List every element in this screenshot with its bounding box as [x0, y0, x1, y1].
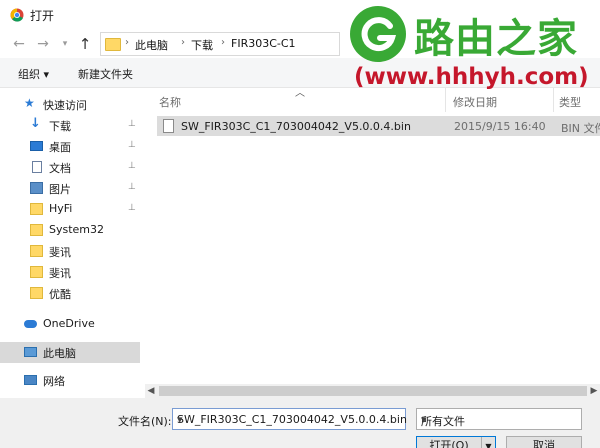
table-row[interactable]: SW_FIR303C_C1_703004042_V5.0.0.4.bin 201…	[157, 116, 600, 136]
router-logo-icon	[361, 17, 397, 52]
scroll-left-icon[interactable]: ◀	[145, 384, 157, 398]
breadcrumb-this-pc[interactable]: 此电脑	[135, 37, 168, 53]
file-list: ︿ 名称 修改日期 类型 SW_FIR303C_C1_703004042_V5.…	[145, 88, 600, 398]
file-icon	[163, 119, 174, 133]
new-folder-button[interactable]: 新建文件夹	[78, 66, 133, 82]
picture-icon	[30, 182, 43, 194]
organize-button[interactable]: 组织 ▾	[18, 66, 49, 82]
sidebar-item-quick-access[interactable]: ★ 快速访问	[0, 94, 140, 115]
filename-label: 文件名(N):	[118, 415, 172, 428]
sidebar-item-label: System32	[49, 223, 105, 236]
open-button-label: 打开(O)	[429, 439, 469, 448]
window-title: 打开	[30, 9, 55, 23]
watermark-logo-mark	[350, 6, 406, 62]
horizontal-scrollbar[interactable]: ◀ ▶	[145, 384, 600, 398]
sidebar-item-label: 文档	[49, 162, 71, 175]
folder-icon	[30, 266, 43, 278]
desktop-icon	[30, 141, 43, 151]
scroll-right-icon[interactable]: ▶	[588, 384, 600, 398]
address-bar[interactable]: › 此电脑 › 下载 › FIR303C-C1	[100, 32, 340, 56]
folder-icon	[105, 38, 121, 51]
scrollbar-thumb[interactable]	[159, 386, 587, 396]
breadcrumb-separator: ›	[125, 37, 129, 48]
breadcrumb-fir303c[interactable]: FIR303C-C1	[231, 37, 296, 50]
sidebar-item-downloads[interactable]: ↓ 下载 ⊥	[0, 115, 140, 136]
open-options-dropdown[interactable]: ▼	[481, 437, 495, 448]
folder-icon	[30, 287, 43, 299]
pin-icon[interactable]: ⊥	[128, 182, 136, 192]
dialog-footer: 文件名(N): SW_FIR303C_C1_703004042_V5.0.0.4…	[0, 398, 600, 448]
pin-icon[interactable]: ⊥	[128, 140, 136, 150]
navigation-pane: ★ 快速访问 ↓ 下载 ⊥ 桌面 ⊥ 文档 ⊥ 图片 ⊥ HyFi ⊥ Syst…	[0, 88, 140, 398]
network-icon	[24, 375, 37, 385]
sidebar-item-this-pc[interactable]: 此电脑	[0, 342, 140, 363]
sidebar-item-label: OneDrive	[43, 317, 95, 330]
sidebar-item-onedrive[interactable]: OneDrive	[0, 314, 140, 335]
breadcrumb-separator: ›	[181, 37, 185, 48]
breadcrumb-downloads[interactable]: 下载	[191, 37, 213, 53]
sidebar-item-label: 斐讯	[49, 246, 71, 259]
column-header-name[interactable]: 名称	[159, 94, 181, 110]
folder-icon	[30, 224, 43, 236]
star-icon: ★	[24, 96, 35, 110]
back-button[interactable]: ←	[10, 34, 28, 54]
chevron-down-icon[interactable]: ▾	[177, 413, 401, 426]
sidebar-item-label: 快速访问	[43, 99, 87, 112]
forward-button[interactable]: →	[34, 34, 52, 54]
folder-icon	[30, 203, 43, 215]
sidebar-item-documents[interactable]: 文档 ⊥	[0, 157, 140, 178]
document-icon	[32, 161, 42, 173]
sidebar-item-label: 优酷	[49, 288, 71, 301]
cancel-button[interactable]: 取消	[506, 436, 582, 448]
sidebar-item-hyfi[interactable]: HyFi ⊥	[0, 199, 140, 220]
watermark-name: 路由之家	[414, 16, 578, 62]
sidebar-item-label: HyFi	[49, 202, 73, 215]
filename-input[interactable]: SW_FIR303C_C1_703004042_V5.0.0.4.bin ▾	[172, 408, 407, 430]
watermark-url: (www.hhhyh.com)	[354, 64, 589, 90]
file-date: 2015/9/15 16:40	[454, 120, 546, 133]
download-arrow-icon: ↓	[30, 116, 41, 131]
sort-ascending-icon: ︿	[295, 88, 305, 99]
pin-icon[interactable]: ⊥	[128, 119, 136, 129]
chevron-down-icon[interactable]: ▾	[421, 413, 577, 426]
sidebar-item-phicomm-1[interactable]: 斐讯	[0, 241, 140, 262]
sidebar-item-label: 图片	[49, 183, 71, 196]
sidebar-item-youku[interactable]: 优酷	[0, 283, 140, 304]
file-type: BIN 文件	[561, 122, 600, 135]
computer-icon	[24, 347, 37, 357]
pin-icon[interactable]: ⊥	[128, 161, 136, 171]
cancel-button-label: 取消	[533, 439, 555, 448]
sidebar-item-label: 桌面	[49, 141, 71, 154]
up-button[interactable]: ↑	[76, 34, 94, 54]
watermark-logo: 路由之家 (www.hhhyh.com)	[346, 0, 600, 100]
sidebar-item-phicomm-2[interactable]: 斐讯	[0, 262, 140, 283]
file-type-filter[interactable]: 所有文件 ▾	[416, 408, 582, 430]
sidebar-item-network[interactable]: 网络	[0, 370, 140, 391]
cloud-icon	[24, 320, 37, 328]
sidebar-item-pictures[interactable]: 图片 ⊥	[0, 178, 140, 199]
sidebar-item-label: 下载	[49, 120, 71, 133]
pin-icon[interactable]: ⊥	[128, 203, 136, 213]
chrome-icon	[10, 8, 24, 22]
breadcrumb-separator: ›	[221, 37, 225, 48]
sidebar-item-label: 此电脑	[43, 347, 76, 360]
open-button[interactable]: 打开(O) ▼	[416, 436, 496, 448]
sidebar-item-label: 网络	[43, 375, 65, 388]
file-name: SW_FIR303C_C1_703004042_V5.0.0.4.bin	[181, 120, 411, 133]
recent-locations-button[interactable]: ▾	[56, 34, 74, 54]
folder-icon	[30, 245, 43, 257]
sidebar-item-desktop[interactable]: 桌面 ⊥	[0, 136, 140, 157]
sidebar-item-label: 斐讯	[49, 267, 71, 280]
sidebar-item-system32[interactable]: System32	[0, 220, 140, 241]
